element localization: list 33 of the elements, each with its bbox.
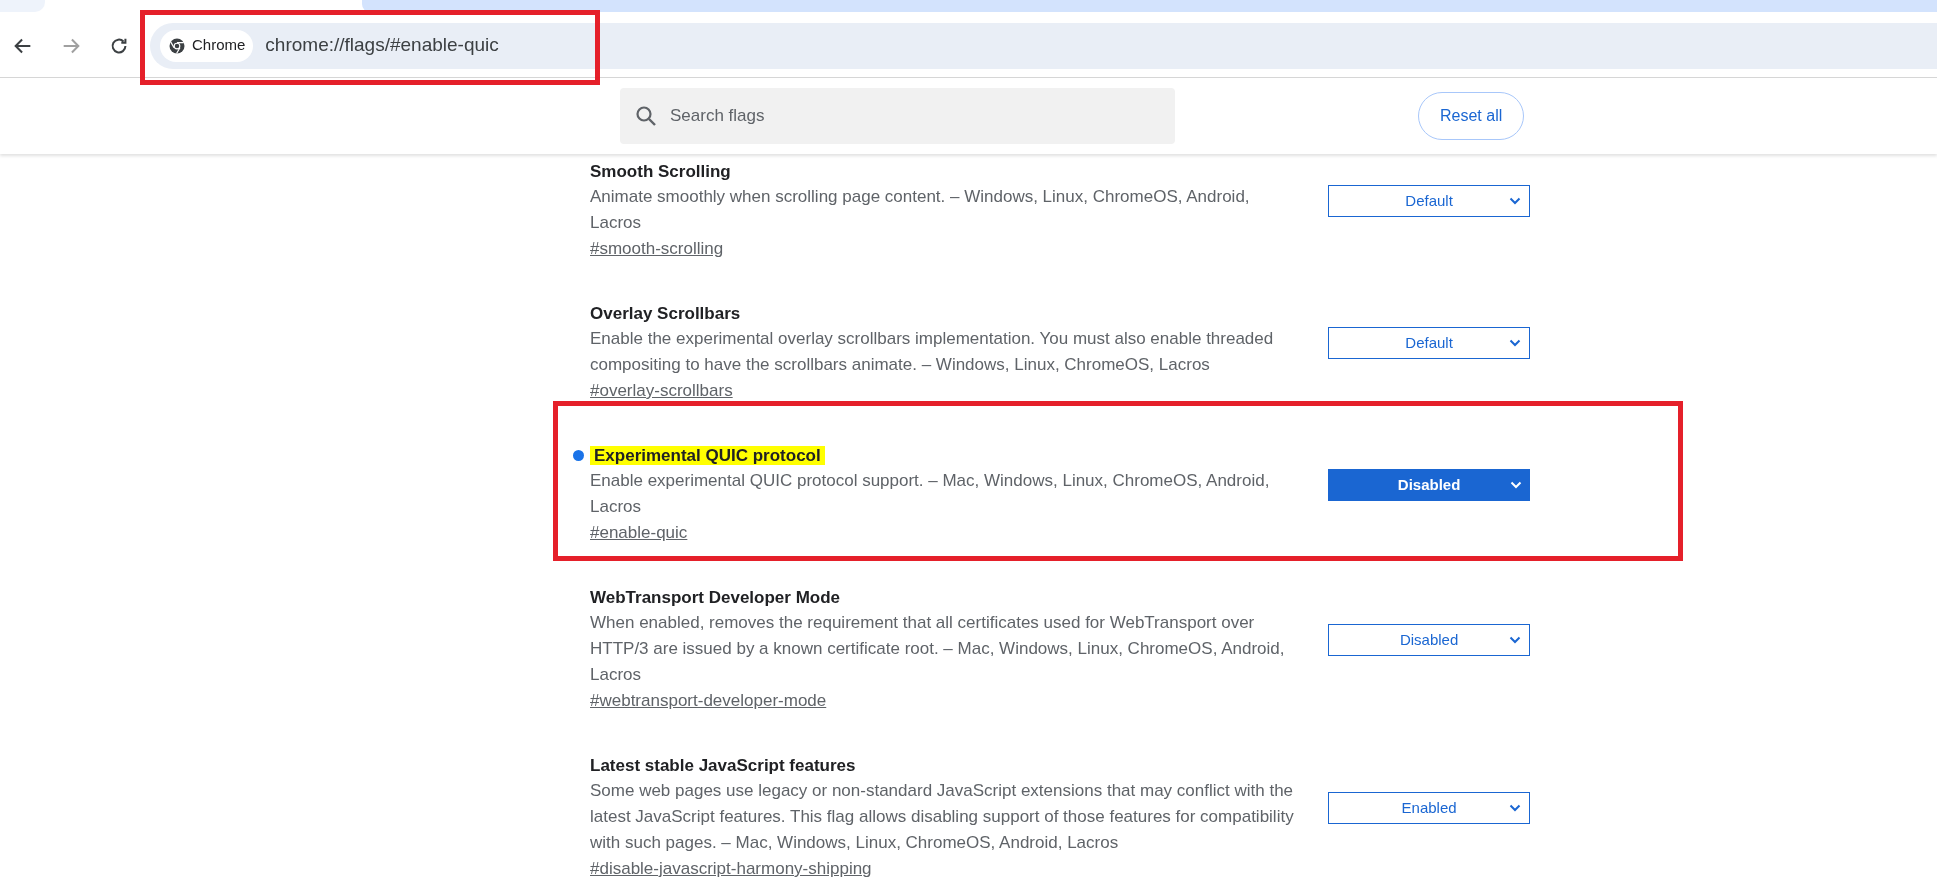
- flag-title: Overlay Scrollbars: [590, 304, 741, 323]
- url-text[interactable]: chrome://flags/#enable-quic: [265, 31, 499, 60]
- flag-title: Smooth Scrolling: [590, 162, 731, 181]
- flag-description: Some web pages use legacy or non-standard JavaScript extensions that may conflict with the latest JavaScript features. This flag allows disabling support of those features for compatibility with such pages. – Mac, Windows, Linux, ChromeOS, Android, Lacros: [590, 780, 1295, 854]
- flag-title: Latest stable JavaScript features: [590, 756, 856, 775]
- flag-title: WebTransport Developer Mode: [590, 588, 840, 607]
- site-chip[interactable]: Chrome: [160, 29, 254, 62]
- flag-description: When enabled, removes the requirement that all certificates used for WebTransport over HTTP/3 are issued by a known certificate root. – Mac, Windows, Linux, ChromeOS, Android, Lacros: [590, 612, 1286, 686]
- flag-link[interactable]: #webtransport-developer-mode: [590, 691, 827, 710]
- flag-dropdown[interactable]: Disabled: [1328, 624, 1530, 656]
- chevron-icon: [1509, 804, 1521, 812]
- flag-link[interactable]: #enable-quic: [590, 523, 688, 542]
- search-field[interactable]: Search flags: [620, 88, 1175, 144]
- chrome-logo-icon: [168, 36, 186, 55]
- flag-link[interactable]: #smooth-scrolling: [590, 239, 724, 258]
- flag-description: Enable experimental QUIC protocol support. – Mac, Windows, Linux, ChromeOS, Android, Lacros: [590, 470, 1271, 518]
- flag-dropdown[interactable]: Enabled: [1328, 792, 1530, 824]
- reset-all-button[interactable]: Reset all: [1418, 92, 1525, 140]
- address-bar[interactable]: Chrome chrome://flags/#enable-quic: [150, 22, 1937, 69]
- flag-dropdown[interactable]: Default: [1328, 327, 1530, 359]
- site-label: Chrome: [192, 35, 246, 56]
- flag-title: Experimental QUIC protocol: [590, 446, 825, 465]
- flag-dropdown[interactable]: Default: [1328, 185, 1530, 217]
- search-icon: [634, 104, 658, 128]
- chevron-icon: [1510, 481, 1522, 489]
- flag-description: Enable the experimental overlay scrollbars implementation. You must also enable threaded compositing to have the scrollbars animate. – Windows, Linux, ChromeOS, Lacros: [590, 328, 1275, 376]
- flag-link[interactable]: #overlay-scrollbars: [590, 381, 733, 400]
- flag-dropdown[interactable]: Disabled: [1328, 469, 1530, 501]
- chevron-icon: [1509, 636, 1521, 644]
- chevron-icon: [1509, 339, 1521, 347]
- chevron-icon: [1509, 197, 1521, 205]
- flag-link[interactable]: #disable-javascript-harmony-shipping: [590, 859, 872, 878]
- flag-description: Animate smoothly when scrolling page content. – Windows, Linux, ChromeOS, Android, Lacros: [590, 186, 1251, 234]
